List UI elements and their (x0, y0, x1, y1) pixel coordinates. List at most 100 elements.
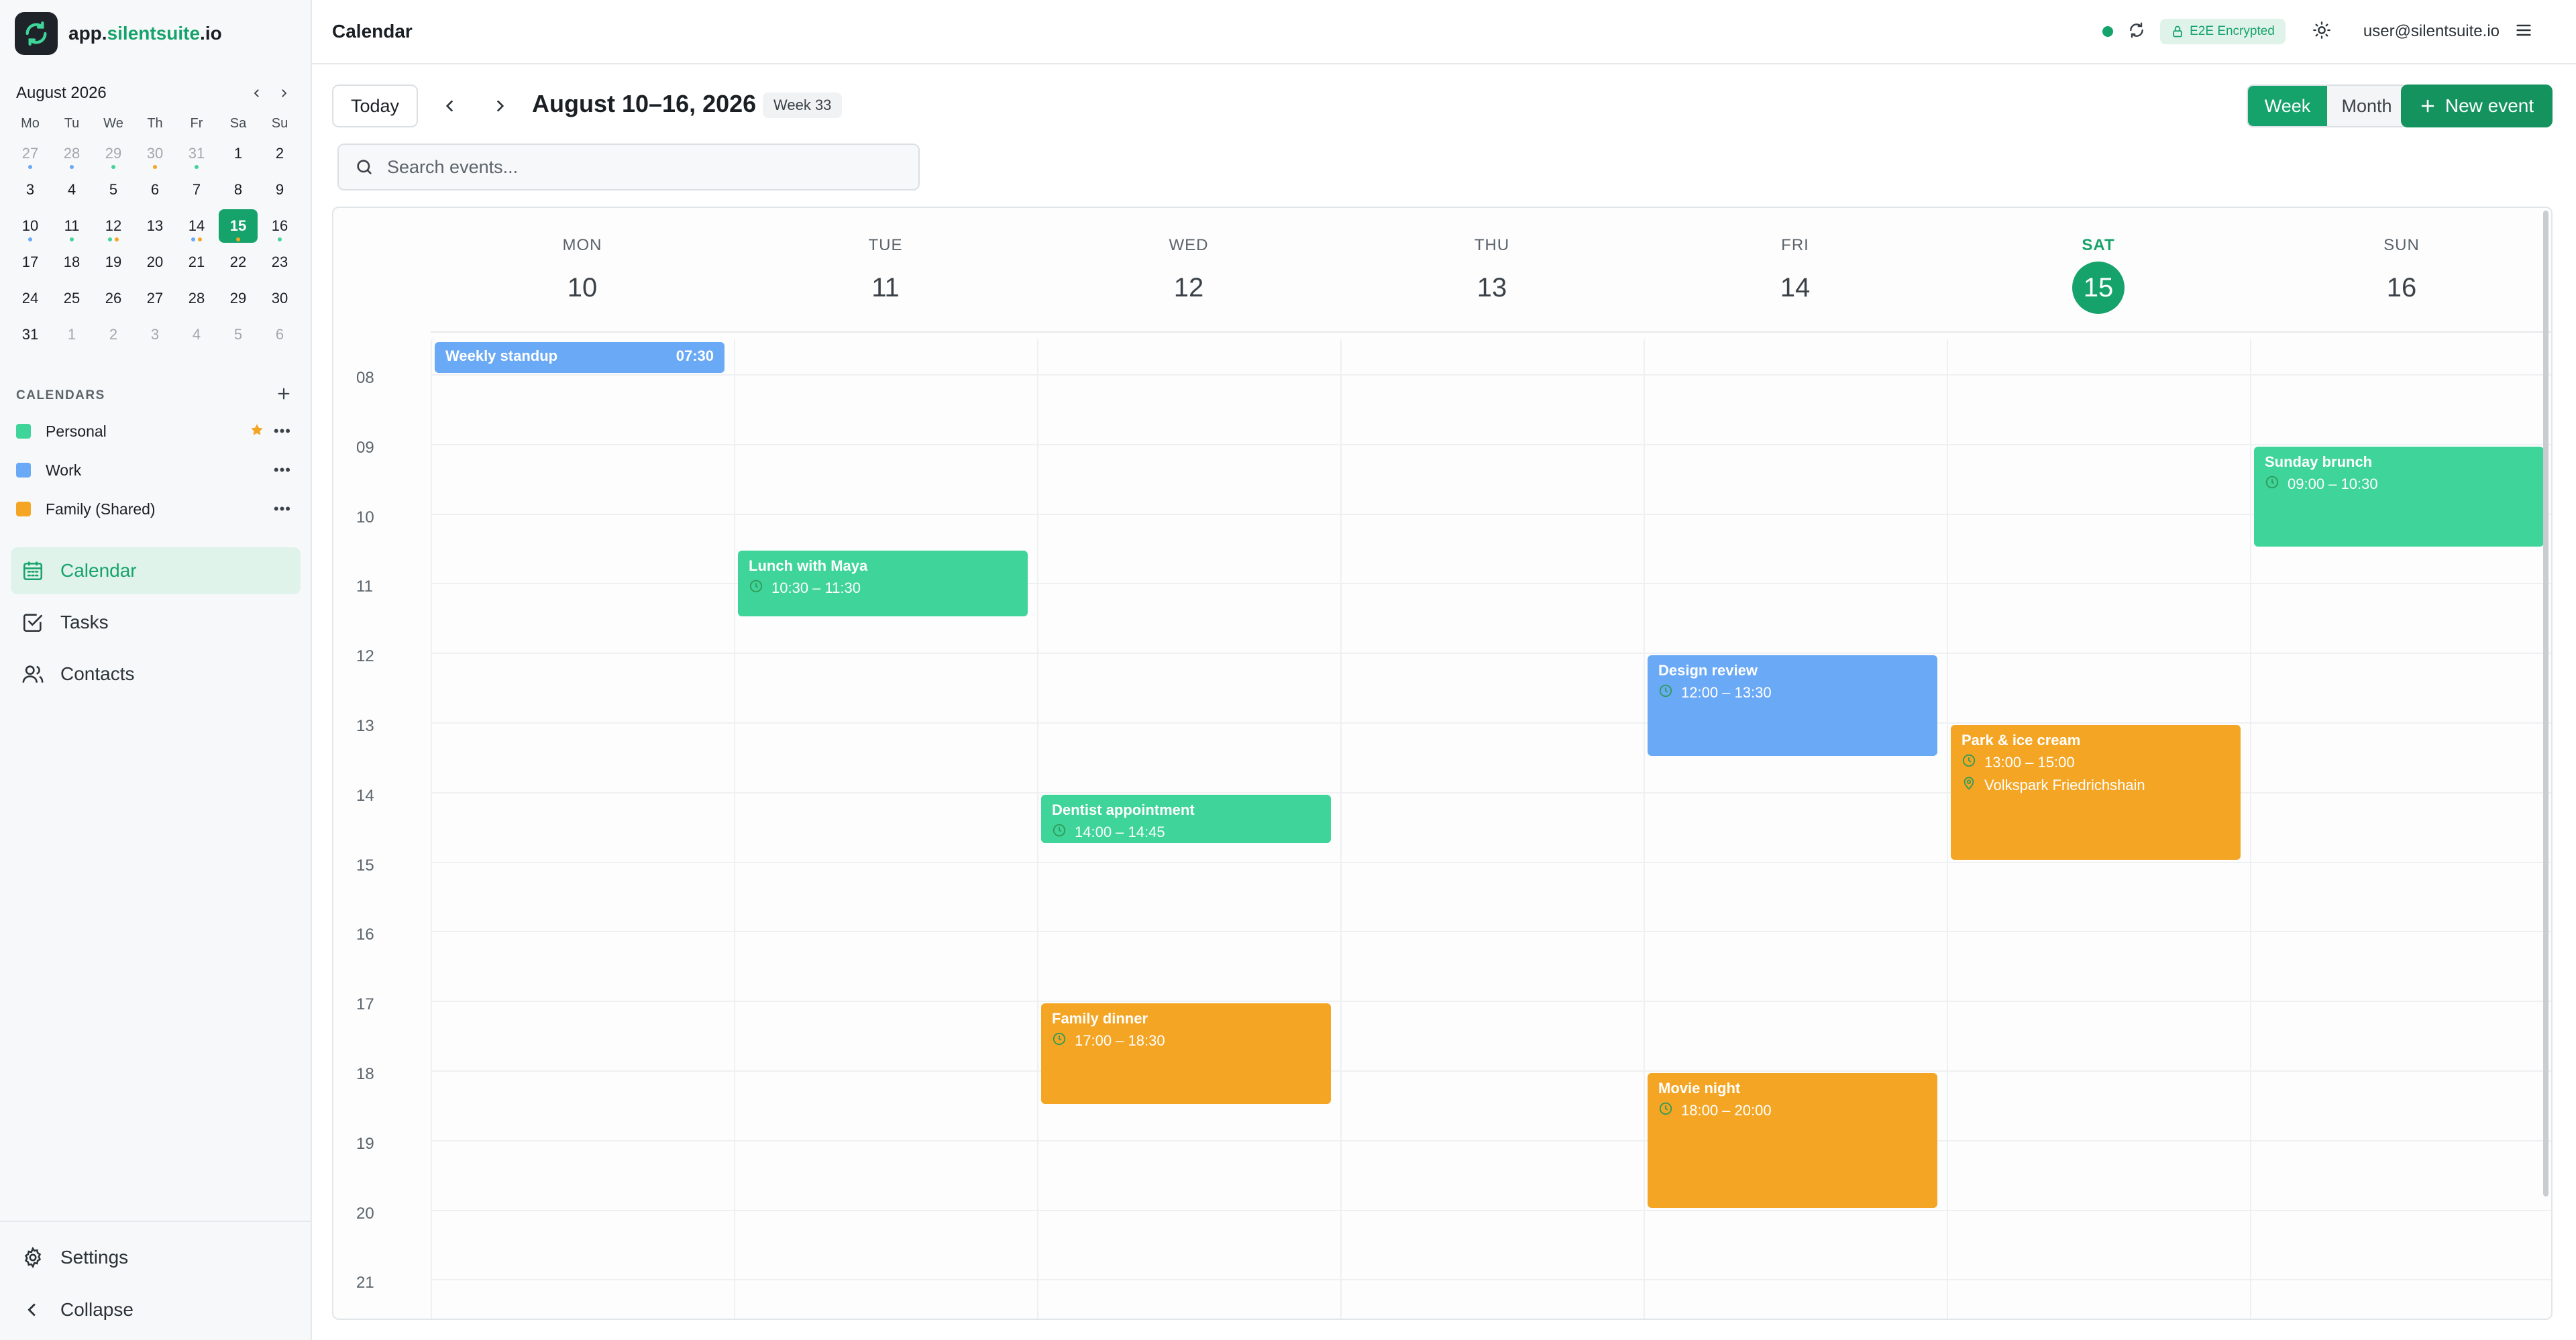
mini-day[interactable]: 29 (219, 282, 258, 315)
more-options-icon[interactable]: ••• (274, 463, 291, 478)
nav-item-calendar[interactable]: Calendar (11, 547, 301, 594)
chevron-left-icon[interactable] (250, 86, 264, 101)
mini-day[interactable]: 23 (260, 245, 299, 279)
mini-day[interactable]: 13 (136, 209, 174, 243)
mini-day[interactable]: 31 (11, 318, 50, 351)
mini-day[interactable]: 11 (52, 209, 91, 243)
mini-day[interactable]: 18 (52, 245, 91, 279)
add-calendar-icon[interactable] (276, 386, 291, 404)
more-options-icon[interactable]: ••• (274, 502, 291, 516)
hour-gridline (431, 1070, 2551, 1072)
today-button[interactable]: Today (332, 85, 418, 127)
user-email[interactable]: user@silentsuite.io (2363, 22, 2500, 41)
day-column-header[interactable]: WED 12 (1037, 208, 1340, 331)
mini-day[interactable]: 9 (260, 173, 299, 207)
calendar-item[interactable]: Personal ••• (16, 412, 291, 451)
mini-day[interactable]: 14 (177, 209, 216, 243)
mini-day[interactable]: 3 (136, 318, 174, 351)
clock-icon (749, 579, 763, 598)
vertical-scrollbar[interactable] (2543, 211, 2548, 1196)
mini-day[interactable]: 3 (11, 173, 50, 207)
hour-gridline (431, 1209, 2551, 1211)
mini-day[interactable]: 17 (11, 245, 50, 279)
previous-week-button[interactable] (434, 90, 466, 122)
calendar-event[interactable]: Movie night 18:00 – 20:00 (1648, 1072, 1937, 1209)
mini-day[interactable]: 5 (94, 173, 133, 207)
view-week-button[interactable]: Week (2248, 86, 2327, 126)
mini-week-row: 10 11 12 13 14 15 16 (9, 208, 301, 244)
mini-day[interactable]: 20 (136, 245, 174, 279)
mini-day[interactable]: 25 (52, 282, 91, 315)
mini-day[interactable]: 15 (219, 209, 258, 243)
brand[interactable]: app.silentsuite.io (15, 12, 222, 55)
mini-day[interactable]: 2 (94, 318, 133, 351)
mini-day[interactable]: 4 (52, 173, 91, 207)
view-month-button[interactable]: Month (2327, 86, 2406, 126)
more-options-icon[interactable]: ••• (274, 424, 291, 439)
calendar-event[interactable]: Park & ice cream 13:00 – 15:00 Volkspark F… (1951, 724, 2241, 860)
mini-day[interactable]: 21 (177, 245, 216, 279)
calendar-event[interactable]: Design review 12:00 – 13:30 (1648, 655, 1937, 756)
mini-day[interactable]: 2 (260, 137, 299, 170)
sync-icon[interactable] (2128, 21, 2145, 42)
day-column-header[interactable]: SAT 15 (1947, 208, 2250, 331)
mini-day[interactable]: 30 (136, 137, 174, 170)
mini-day[interactable]: 27 (11, 137, 50, 170)
calendar-color-swatch[interactable] (16, 424, 31, 439)
hour-gridline (431, 513, 2551, 515)
calendar-event[interactable]: Family dinner 17:00 – 18:30 (1041, 1003, 1331, 1104)
event-dot (111, 165, 115, 169)
calendar-color-swatch[interactable] (16, 463, 31, 478)
mini-day[interactable]: 12 (94, 209, 133, 243)
nav-item-settings[interactable]: Settings (11, 1234, 301, 1281)
calendar-item[interactable]: Family (Shared) ••• (16, 490, 291, 528)
mini-day[interactable]: 28 (52, 137, 91, 170)
calendar-color-swatch[interactable] (16, 502, 31, 516)
mini-day[interactable]: 5 (219, 318, 258, 351)
day-column-header[interactable]: MON 10 (431, 208, 734, 331)
nav-item-contacts[interactable]: Contacts (11, 651, 301, 697)
mini-day[interactable]: 30 (260, 282, 299, 315)
mini-day[interactable]: 8 (219, 173, 258, 207)
calendar-item[interactable]: Work ••• (16, 451, 291, 490)
calendar-event[interactable]: Sunday brunch 09:00 – 10:30 (2254, 446, 2544, 547)
star-icon[interactable] (250, 423, 264, 441)
day-column-header[interactable]: FRI 14 (1644, 208, 1947, 331)
day-column-header[interactable]: SUN 16 (2250, 208, 2551, 331)
mini-day[interactable]: 1 (52, 318, 91, 351)
event-time-row: 13:00 – 15:00 (1962, 753, 2230, 772)
mini-day[interactable]: 4 (177, 318, 216, 351)
theme-toggle-icon[interactable] (2312, 21, 2331, 43)
collapse-sidebar-button[interactable]: Collapse (11, 1286, 301, 1333)
day-column-header[interactable]: THU 13 (1340, 208, 1644, 331)
mini-day[interactable]: 6 (136, 173, 174, 207)
mini-day[interactable]: 10 (11, 209, 50, 243)
mini-day[interactable]: 16 (260, 209, 299, 243)
nav-label-contacts: Contacts (60, 663, 135, 684)
mini-day[interactable]: 29 (94, 137, 133, 170)
menu-icon[interactable] (2514, 21, 2533, 43)
event-dots (70, 165, 74, 169)
time-grid[interactable]: 08 09 10 11 12 13 14 15 16 17 18 19 20 21 Weekly stand… (333, 339, 2551, 1319)
plus-icon (2421, 99, 2434, 113)
mini-day[interactable]: 1 (219, 137, 258, 170)
day-column-header[interactable]: TUE 11 (734, 208, 1037, 331)
day-number: 15 (2072, 262, 2125, 314)
new-event-button[interactable]: New event (2401, 85, 2553, 127)
nav-item-tasks[interactable]: Tasks (11, 599, 301, 646)
chevron-right-icon[interactable] (276, 86, 291, 101)
mini-day[interactable]: 24 (11, 282, 50, 315)
mini-day[interactable]: 19 (94, 245, 133, 279)
calendar-event[interactable]: Lunch with Maya 10:30 – 11:30 (738, 551, 1028, 617)
calendar-event[interactable]: Weekly standup 07:30 (435, 342, 724, 373)
mini-day[interactable]: 31 (177, 137, 216, 170)
mini-day[interactable]: 22 (219, 245, 258, 279)
next-week-button[interactable] (484, 90, 516, 122)
mini-day[interactable]: 28 (177, 282, 216, 315)
search-input[interactable] (387, 156, 897, 178)
mini-day[interactable]: 7 (177, 173, 216, 207)
calendar-event[interactable]: Dentist appointment 14:00 – 14:45 (1041, 794, 1331, 843)
mini-day[interactable]: 27 (136, 282, 174, 315)
mini-day[interactable]: 26 (94, 282, 133, 315)
mini-day[interactable]: 6 (260, 318, 299, 351)
